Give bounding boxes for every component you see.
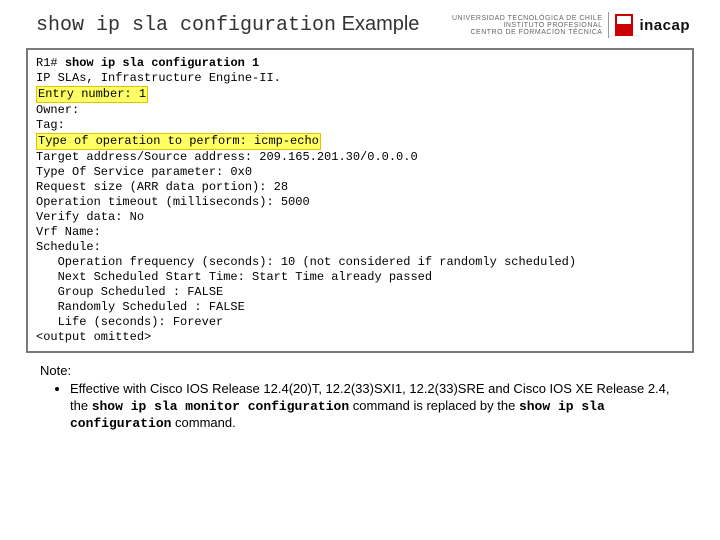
terminal-output: R1# show ip sla configuration 1 IP SLAs,…	[36, 56, 684, 345]
out-line: IP SLAs, Infrastructure Engine-II.	[36, 71, 281, 85]
out-line: Schedule:	[36, 240, 101, 254]
out-line: Group Scheduled : FALSE	[36, 285, 223, 299]
highlight-operation-type: Type of operation to perform: icmp-echo	[36, 133, 321, 150]
out-line: Next Scheduled Start Time: Start Time al…	[36, 270, 432, 284]
note-text-mid: command is replaced by the	[349, 398, 519, 413]
out-line: Request size (ARR data portion): 28	[36, 180, 288, 194]
note-label: Note:	[40, 363, 680, 379]
header: show ip sla configuration Example UNIVER…	[0, 0, 720, 42]
out-line: Type Of Service parameter: 0x0	[36, 165, 252, 179]
out-line: Vrf Name:	[36, 225, 101, 239]
page-title: show ip sla configuration Example	[36, 13, 419, 37]
note-bullet: Effective with Cisco IOS Release 12.4(20…	[70, 381, 680, 432]
entered-command: show ip sla configuration 1	[65, 56, 259, 70]
out-line: Operation timeout (milliseconds): 5000	[36, 195, 310, 209]
out-line: <output omitted>	[36, 330, 151, 344]
note-block: Note: Effective with Cisco IOS Release 1…	[40, 363, 680, 432]
note-list: Effective with Cisco IOS Release 12.4(20…	[40, 381, 680, 432]
logo-mark-icon	[615, 14, 633, 36]
note-text-suffix: command.	[171, 415, 235, 430]
out-line: Verify data: No	[36, 210, 144, 224]
institution-line-2: INSTITUTO PROFESIONAL	[452, 22, 602, 29]
title-command: show ip sla configuration	[36, 14, 336, 37]
logo-block: UNIVERSIDAD TECNOLÓGICA DE CHILE INSTITU…	[452, 12, 690, 38]
institution-line-3: CENTRO DE FORMACIÓN TÉCNICA	[452, 29, 602, 36]
out-line: Target address/Source address: 209.165.2…	[36, 150, 418, 164]
highlight-entry-number: Entry number: 1	[36, 86, 148, 103]
institution-line-1: UNIVERSIDAD TECNOLÓGICA DE CHILE	[452, 15, 602, 22]
logo-divider	[608, 12, 609, 38]
title-suffix: Example	[336, 13, 419, 35]
old-command: show ip sla monitor configuration	[92, 399, 349, 414]
terminal-output-frame: R1# show ip sla configuration 1 IP SLAs,…	[26, 48, 694, 353]
brand-name: inacap	[639, 17, 690, 34]
out-line: Operation frequency (seconds): 10 (not c…	[36, 255, 576, 269]
out-line: Life (seconds): Forever	[36, 315, 223, 329]
prompt: R1#	[36, 56, 65, 70]
institution-text: UNIVERSIDAD TECNOLÓGICA DE CHILE INSTITU…	[452, 15, 602, 36]
out-line: Tag:	[36, 118, 65, 132]
out-line: Owner:	[36, 103, 79, 117]
out-line: Randomly Scheduled : FALSE	[36, 300, 245, 314]
